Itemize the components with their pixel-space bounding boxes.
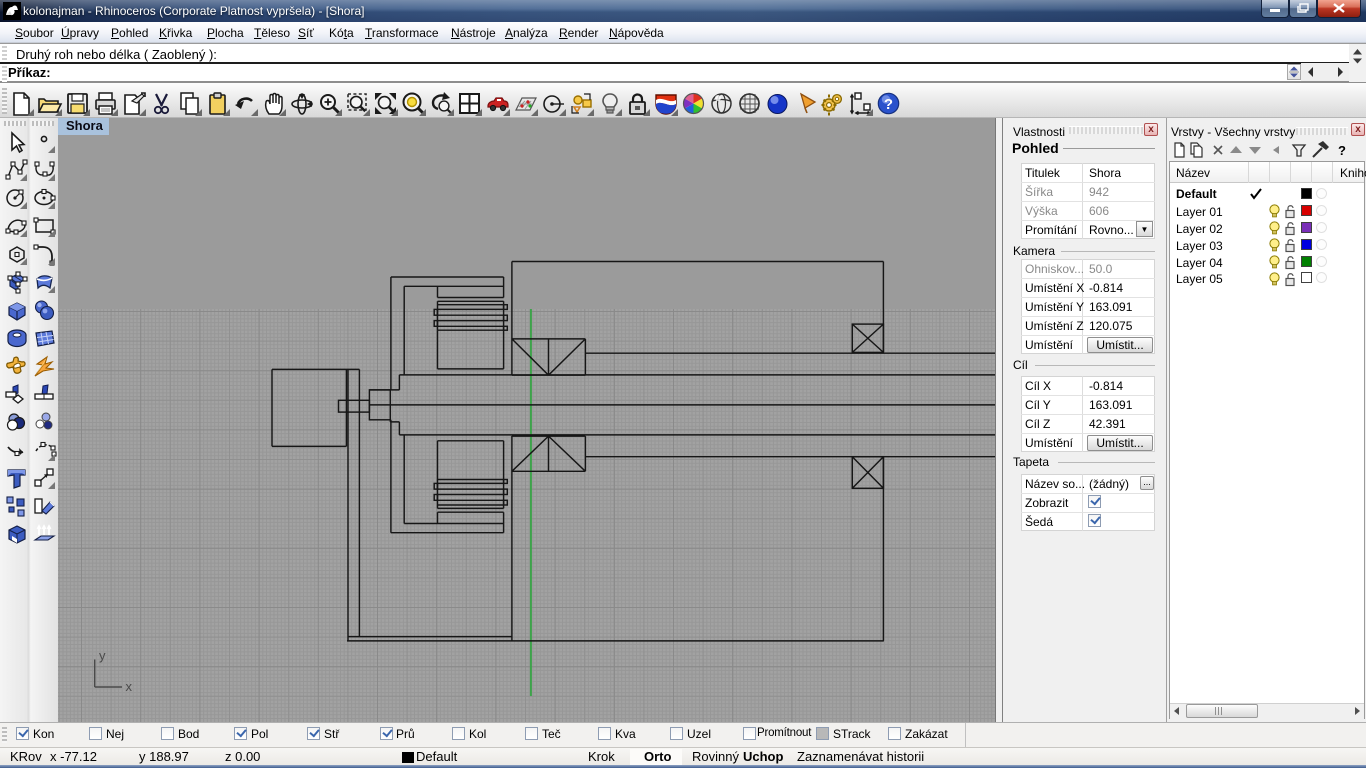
svg-text:?: ? <box>1338 143 1346 158</box>
svg-text:y: y <box>99 648 106 663</box>
svg-text:?: ? <box>884 96 893 113</box>
svg-text:x: x <box>126 679 133 694</box>
